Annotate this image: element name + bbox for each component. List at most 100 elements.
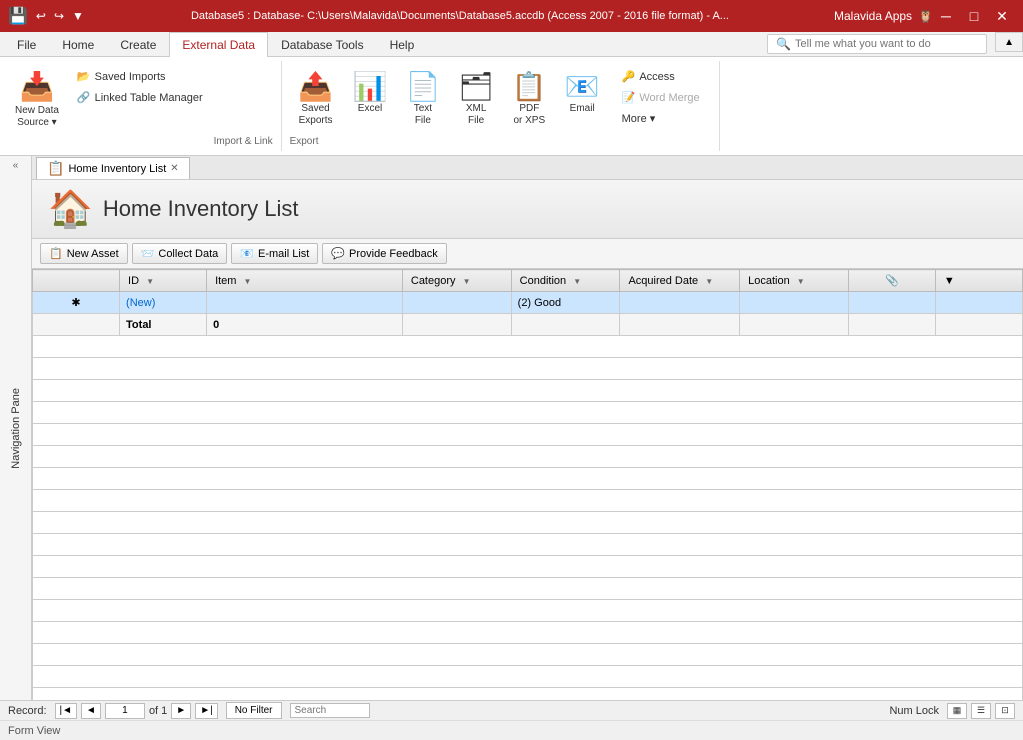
word-merge-label: Word Merge <box>639 92 699 104</box>
new-row-condition[interactable]: (2) Good <box>511 292 620 314</box>
navigation-pane[interactable]: « Navigation Pane <box>0 156 32 700</box>
tab-help[interactable]: Help <box>377 32 428 57</box>
new-row-attachment[interactable] <box>848 292 935 314</box>
collect-data-label: Collect Data <box>158 248 218 260</box>
total-row-date <box>620 314 740 336</box>
no-filter-button[interactable]: No Filter <box>226 702 282 719</box>
export-more-col: 🔑 Access 📝 Word Merge More ▾ <box>611 65 711 132</box>
record-last-button[interactable]: ►| <box>195 703 218 719</box>
ribbon-collapse-button[interactable]: ▲ <box>995 32 1023 52</box>
form-view-icon[interactable]: ▦ <box>947 703 967 719</box>
title-bar-left: 💾 ↩ ↪ ▼ <box>8 6 86 26</box>
minimize-button[interactable]: ─ <box>933 3 959 29</box>
pdf-xps-button[interactable]: 📋 PDF or XPS <box>505 65 554 132</box>
new-row-acquired-date[interactable] <box>620 292 740 314</box>
table-row <box>33 534 1023 556</box>
form-view-label: Form View <box>8 725 60 737</box>
id-sort-icon: ▼ <box>146 277 154 286</box>
import-link-label: Import & Link <box>214 132 273 147</box>
category-sort-icon: ▼ <box>463 277 471 286</box>
new-row-id[interactable]: (New) <box>120 292 207 314</box>
quick-access-dropdown[interactable]: ▼ <box>70 7 86 25</box>
table-row <box>33 424 1023 446</box>
excel-button[interactable]: 📊 Excel <box>346 65 395 119</box>
quick-access: ↩ ↪ ▼ <box>34 7 86 25</box>
xml-file-label: XML File <box>466 103 487 127</box>
col-id[interactable]: ID ▼ <box>120 270 207 292</box>
nav-pane-arrow: « <box>13 160 19 171</box>
new-row-item[interactable] <box>207 292 403 314</box>
record-current-input[interactable] <box>105 703 145 719</box>
save-icon[interactable]: 💾 <box>8 6 28 26</box>
col-category[interactable]: Category ▼ <box>402 270 511 292</box>
saved-exports-button[interactable]: 📤 Saved Exports <box>290 65 342 132</box>
record-navigation: |◄ ◄ of 1 ► ►| <box>55 703 218 719</box>
view-icons: ▦ ☰ ⊡ <box>947 703 1015 719</box>
layout-view-icon[interactable]: ⊡ <box>995 703 1015 719</box>
record-first-button[interactable]: |◄ <box>55 703 78 719</box>
more-button[interactable]: More ▾ <box>615 109 707 128</box>
tab-database-tools[interactable]: Database Tools <box>268 32 377 57</box>
table-row <box>33 556 1023 578</box>
email-button[interactable]: 📧 Email <box>558 65 607 119</box>
new-data-source-icon: 📥 <box>20 70 55 103</box>
ribbon-search-area: 🔍 <box>427 32 995 56</box>
record-prev-button[interactable]: ◄ <box>81 703 101 719</box>
col-location[interactable]: Location ▼ <box>740 270 849 292</box>
tab-icon: 📋 <box>47 160 64 177</box>
linked-table-manager-button[interactable]: 🔗 Linked Table Manager <box>70 88 210 107</box>
tab-close-icon[interactable]: ✕ <box>170 163 178 174</box>
more-label: More ▾ <box>622 112 656 125</box>
tab-home[interactable]: Home <box>49 32 107 57</box>
access-button[interactable]: 🔑 Access <box>615 67 707 86</box>
table-row <box>33 578 1023 600</box>
xml-file-button[interactable]: 🗂 XML File <box>451 65 501 132</box>
col-extra[interactable]: ▼ <box>935 270 1022 292</box>
doc-header-title: Home Inventory List <box>103 196 299 222</box>
brand-icon: 🦉 <box>918 9 933 23</box>
email-list-label: E-mail List <box>258 248 309 260</box>
new-row-category[interactable] <box>402 292 511 314</box>
record-of-label: of 1 <box>149 705 167 717</box>
email-list-button[interactable]: 📧 E-mail List <box>231 243 318 264</box>
table-row <box>33 468 1023 490</box>
total-row-value: 0 <box>207 314 403 336</box>
maximize-button[interactable]: □ <box>961 3 987 29</box>
home-inventory-tab[interactable]: 📋 Home Inventory List ✕ <box>36 157 190 179</box>
text-file-label: Text File <box>414 103 432 127</box>
col-acquired-date[interactable]: Acquired Date ▼ <box>620 270 740 292</box>
new-asset-button[interactable]: 📋 New Asset <box>40 243 128 264</box>
provide-feedback-button[interactable]: 💬 Provide Feedback <box>322 243 446 264</box>
table-row <box>33 666 1023 688</box>
tab-file[interactable]: File <box>4 32 49 57</box>
window-title: Database5 : Database- C:\Users\Malavida\… <box>86 10 834 22</box>
saved-exports-label: Saved Exports <box>299 103 333 127</box>
undo-button[interactable]: ↩ <box>34 7 48 25</box>
record-next-button[interactable]: ► <box>171 703 191 719</box>
datasheet-view-icon[interactable]: ☰ <box>971 703 991 719</box>
saved-imports-button[interactable]: 📂 Saved Imports <box>70 67 210 86</box>
table-row-new: ✱ (New) (2) Good <box>33 292 1023 314</box>
table-row <box>33 490 1023 512</box>
new-row-location[interactable] <box>740 292 849 314</box>
extra-icon[interactable]: ▼ <box>944 275 955 287</box>
col-condition[interactable]: Condition ▼ <box>511 270 620 292</box>
word-merge-button[interactable]: 📝 Word Merge <box>615 88 707 107</box>
tab-external-data[interactable]: External Data <box>169 32 268 57</box>
close-button[interactable]: ✕ <box>989 3 1015 29</box>
table-row <box>33 644 1023 666</box>
col-attachment: 📎 <box>848 270 935 292</box>
text-file-button[interactable]: 📄 Text File <box>398 65 447 132</box>
acquired-sort-icon: ▼ <box>705 277 713 286</box>
export-label: Export <box>290 132 711 147</box>
record-search-input[interactable] <box>290 703 370 718</box>
new-data-source-button[interactable]: 📥 New Data Source ▾ <box>8 65 66 134</box>
redo-button[interactable]: ↪ <box>52 7 66 25</box>
collect-data-button[interactable]: 📨 Collect Data <box>132 243 228 264</box>
saved-exports-icon: 📤 <box>298 70 333 103</box>
col-item[interactable]: Item ▼ <box>207 270 403 292</box>
table-row-total: Total 0 <box>33 314 1023 336</box>
email-container: 📧 Email <box>558 65 607 132</box>
ribbon-search-input[interactable] <box>795 38 975 50</box>
tab-create[interactable]: Create <box>107 32 169 57</box>
